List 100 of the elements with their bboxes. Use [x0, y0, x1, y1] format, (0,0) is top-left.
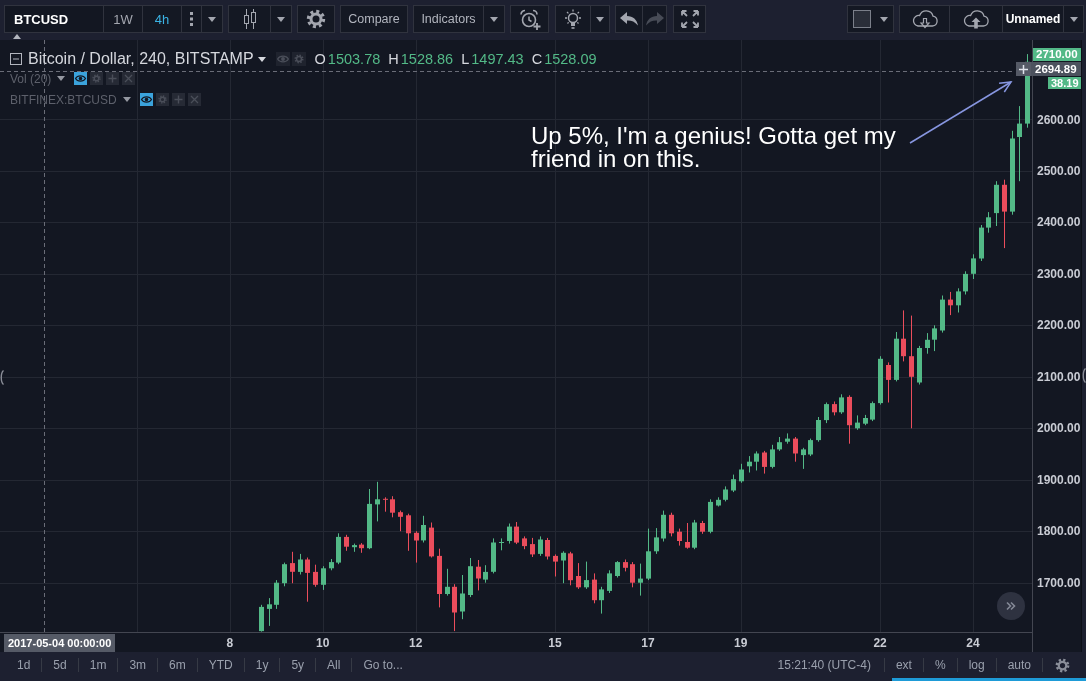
range-button[interactable]: YTD	[197, 654, 244, 676]
candle	[406, 513, 411, 552]
candle	[352, 543, 357, 553]
add-button[interactable]	[1016, 62, 1031, 76]
candle	[963, 270, 968, 295]
lightbulb-icon	[562, 8, 584, 30]
range-button[interactable]: 1y	[244, 654, 280, 676]
chart-type-button[interactable]	[228, 5, 271, 33]
candle	[499, 537, 504, 551]
theme-button[interactable]	[555, 5, 591, 33]
candle	[375, 481, 380, 522]
range-button[interactable]: 5y	[280, 654, 316, 676]
range-button[interactable]: 1m	[78, 654, 118, 676]
candle	[956, 287, 961, 313]
settings-button[interactable]	[297, 5, 335, 33]
candle	[507, 523, 512, 545]
alarm-clock-plus-icon	[518, 8, 541, 30]
range-button[interactable]: 6m	[158, 654, 197, 676]
price-label: 2400.00	[1037, 215, 1081, 230]
candle	[623, 559, 628, 572]
eye-icon[interactable]	[74, 72, 88, 85]
price-label: 2500.00	[1037, 163, 1081, 178]
candle	[940, 295, 945, 334]
resize-handle-icon[interactable]	[0, 370, 4, 385]
candle	[669, 512, 674, 537]
candle	[870, 401, 875, 422]
candle	[638, 563, 643, 597]
candle	[336, 532, 341, 565]
candle	[716, 496, 721, 507]
dropdown-button[interactable]	[1063, 5, 1084, 33]
dropdown-button[interactable]	[201, 5, 223, 33]
candle	[692, 519, 697, 550]
clock-text: 15:21:40 (UTC-4)	[777, 658, 872, 672]
caret-icon	[490, 16, 498, 22]
dropdown-button[interactable]	[590, 5, 610, 33]
collapse-icon[interactable]	[10, 53, 22, 65]
scale-option-button[interactable]: ext	[884, 654, 923, 676]
series-title: Bitcoin / Dollar, 240, BITSTAMP	[28, 50, 254, 68]
range-button[interactable]: 1d	[6, 654, 42, 676]
scale-option-button[interactable]: auto	[996, 654, 1042, 676]
dropdown-button[interactable]	[270, 5, 292, 33]
range-button[interactable]: 5d	[42, 654, 78, 676]
more-button[interactable]	[181, 5, 202, 33]
scale-option-button[interactable]: %	[923, 654, 957, 676]
price-label: 2300.00	[1037, 266, 1081, 281]
scroll-to-end-button[interactable]	[997, 592, 1025, 620]
save-button[interactable]	[949, 5, 1003, 33]
ohlc-value: 1528.86	[400, 51, 454, 67]
interval-tab[interactable]: 1W	[103, 5, 143, 33]
fullscreen-icon	[680, 10, 699, 28]
layout-name-button[interactable]: Unnamed	[1002, 5, 1064, 33]
candle	[452, 583, 457, 632]
range-button[interactable]: All	[316, 654, 352, 676]
resize-handle-icon[interactable]	[1082, 368, 1086, 383]
caret-icon	[257, 56, 266, 62]
candle	[646, 528, 651, 581]
candle	[592, 572, 597, 604]
candle	[476, 559, 481, 591]
alert-button[interactable]	[510, 5, 549, 33]
caret-icon	[57, 76, 66, 81]
fullscreen-button[interactable]	[673, 5, 706, 33]
candle	[886, 361, 891, 403]
undo-button[interactable]	[615, 5, 643, 33]
candle	[607, 569, 612, 594]
eye-icon[interactable]	[139, 93, 153, 106]
candle	[390, 495, 395, 518]
candle	[305, 557, 310, 603]
dropdown-button[interactable]	[483, 5, 505, 33]
candle	[414, 530, 419, 564]
go-to-button[interactable]: Go to...	[352, 654, 414, 676]
date-label: 12	[409, 635, 423, 651]
indicators-button[interactable]: Indicators	[413, 5, 484, 33]
candle	[739, 463, 744, 484]
candle	[437, 548, 442, 608]
scrollbar-thumb[interactable]	[892, 678, 1086, 681]
candle	[971, 253, 976, 280]
compare-button[interactable]: Compare	[340, 5, 408, 33]
ohlc-key: L	[461, 51, 470, 67]
date-label: 15	[548, 635, 562, 651]
candle	[282, 562, 287, 587]
candle	[321, 565, 326, 591]
candle	[793, 436, 798, 463]
interval-tab[interactable]: 4h	[142, 5, 182, 33]
candle	[274, 579, 279, 610]
date-label: 10	[316, 635, 330, 651]
cloud-upload-icon	[962, 9, 990, 29]
color-picker-button[interactable]	[847, 5, 894, 33]
candle	[313, 564, 318, 588]
candle	[677, 528, 682, 547]
load-button[interactable]	[899, 5, 950, 33]
study-name: Vol (20)	[10, 71, 52, 86]
candle	[863, 414, 868, 426]
scale-option-button[interactable]: log	[957, 654, 996, 676]
candle	[808, 438, 813, 457]
range-button[interactable]: 3m	[118, 654, 158, 676]
price-badge: 38.19	[1048, 77, 1081, 89]
candle	[901, 309, 906, 362]
candle	[917, 345, 922, 385]
symbol-field[interactable]: BTCUSD	[4, 5, 104, 33]
ohlc-key: C	[531, 51, 543, 67]
